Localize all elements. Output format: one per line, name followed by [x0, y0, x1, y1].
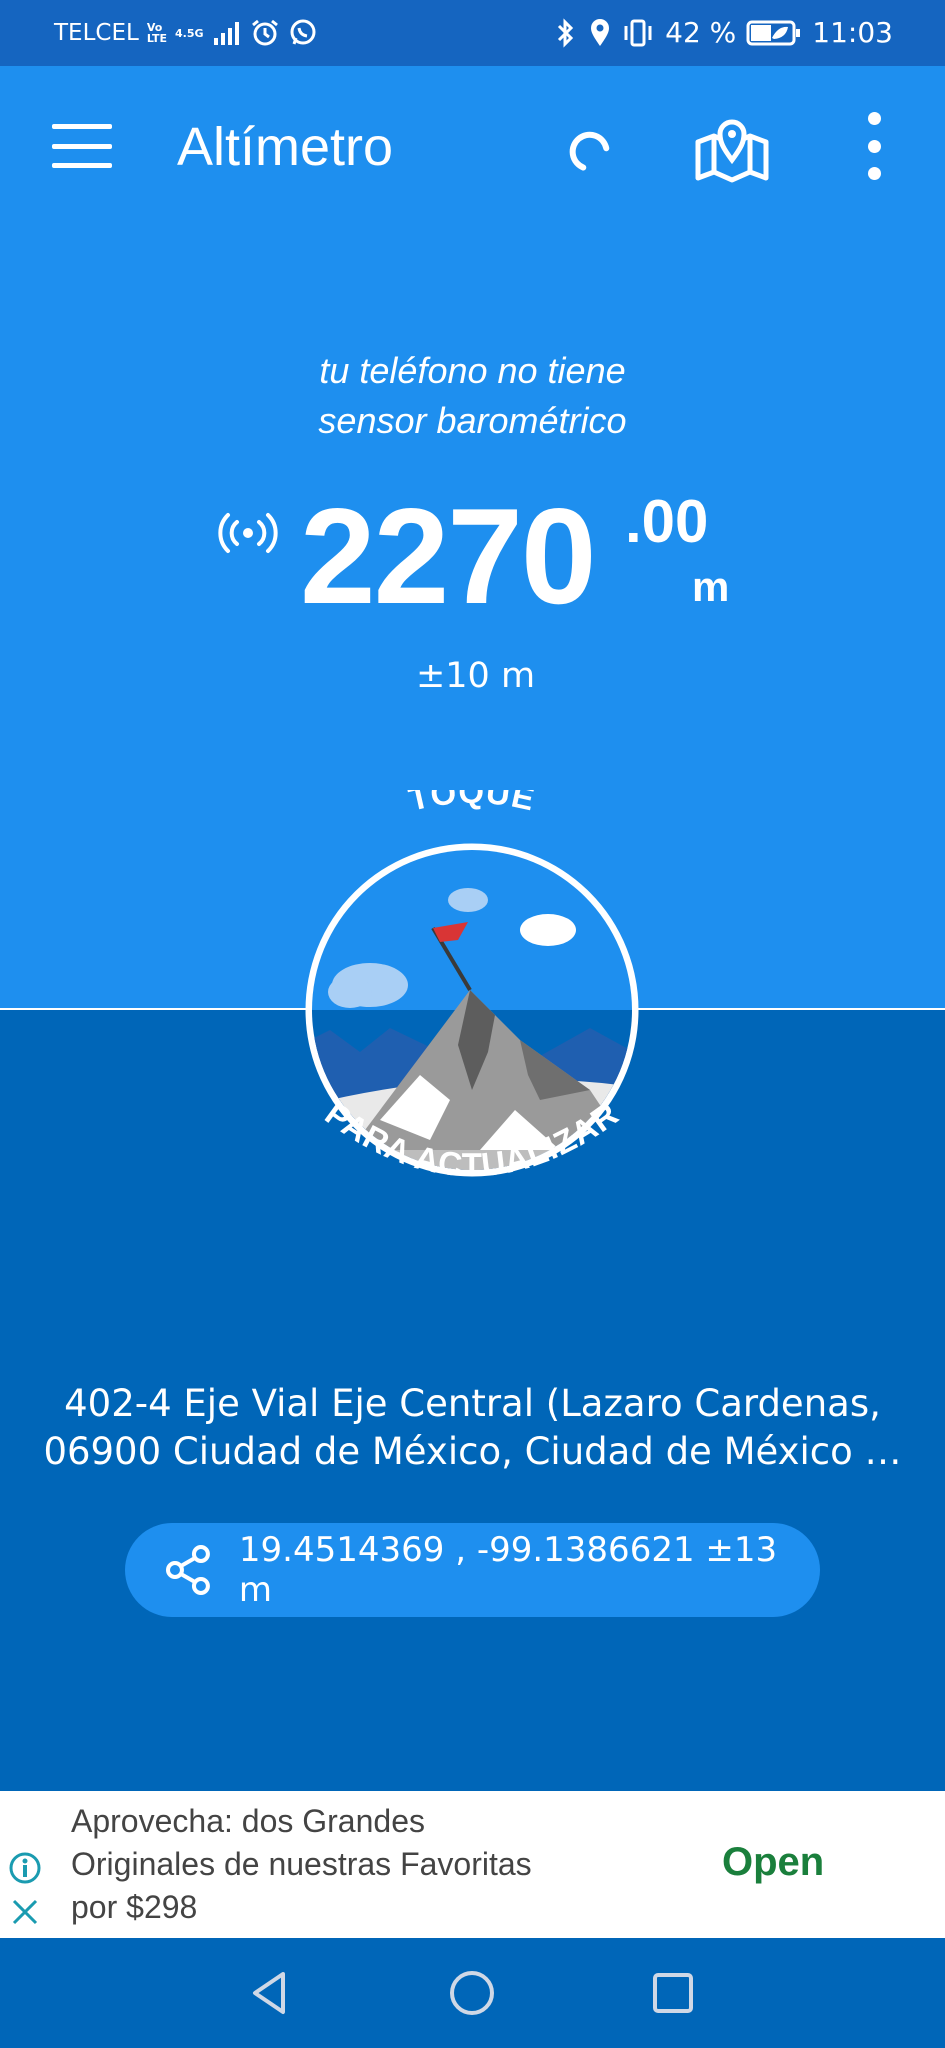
- signal-icon: [213, 22, 239, 45]
- back-icon[interactable]: [245, 1968, 295, 2018]
- clock: 11:03: [812, 16, 893, 49]
- ad-open-button[interactable]: Open: [722, 1840, 824, 1885]
- info-icon[interactable]: [8, 1851, 42, 1885]
- sensor-note: tu teléfono no tiene sensor barométrico: [318, 350, 627, 441]
- altitude-integer: 2270: [300, 480, 597, 632]
- bluetooth-icon: [558, 17, 574, 48]
- recents-icon[interactable]: [648, 1968, 698, 2018]
- app-title: Altímetro: [177, 117, 394, 177]
- menu-icon[interactable]: [52, 124, 112, 168]
- location-icon: [591, 18, 610, 46]
- altitude-decimals: .00: [625, 488, 709, 555]
- carrier-name: TELCEL: [54, 20, 139, 46]
- close-icon[interactable]: [10, 1897, 40, 1927]
- volte-indicator: Vo LTE: [146, 21, 168, 45]
- altitude-accuracy: ±10 m: [415, 656, 536, 696]
- gps-signal-icon: [218, 513, 278, 553]
- more-vert-icon[interactable]: [860, 112, 888, 180]
- tap-to-refresh-badge[interactable]: TOQUE PARA ACTUALIZAR: [290, 790, 655, 1230]
- battery-icon: [746, 20, 801, 45]
- altitude-unit: m: [692, 563, 730, 610]
- badge-top-label: TOQUE: [405, 790, 538, 818]
- share-coordinates-button[interactable]: 19.4514369 , -99.1386621 ±13 m: [125, 1523, 820, 1617]
- battery-percent: 42 %: [665, 16, 737, 49]
- refresh-icon[interactable]: [558, 120, 620, 182]
- status-bar: TELCEL Vo LTE 4.5G 42 % 11:03: [0, 0, 945, 66]
- share-icon: [165, 1545, 210, 1595]
- home-icon[interactable]: [447, 1968, 497, 2018]
- whatsapp-icon: [290, 19, 316, 45]
- network-type: 4.5G: [175, 26, 204, 40]
- ad-text[interactable]: Aprovecha: dos Grandes Originales de nue…: [71, 1800, 631, 1929]
- coordinates-text: 19.4514369 , -99.1386621 ±13 m: [238, 1530, 778, 1610]
- vibrate-icon: [624, 19, 652, 46]
- map-icon[interactable]: [692, 112, 772, 184]
- alarm-icon: [251, 19, 278, 46]
- altitude-reading: 2270 .00 m: [300, 488, 729, 624]
- address-text: 402-4 Eje Vial Eje Central (Lazaro Carde…: [43, 1382, 902, 1473]
